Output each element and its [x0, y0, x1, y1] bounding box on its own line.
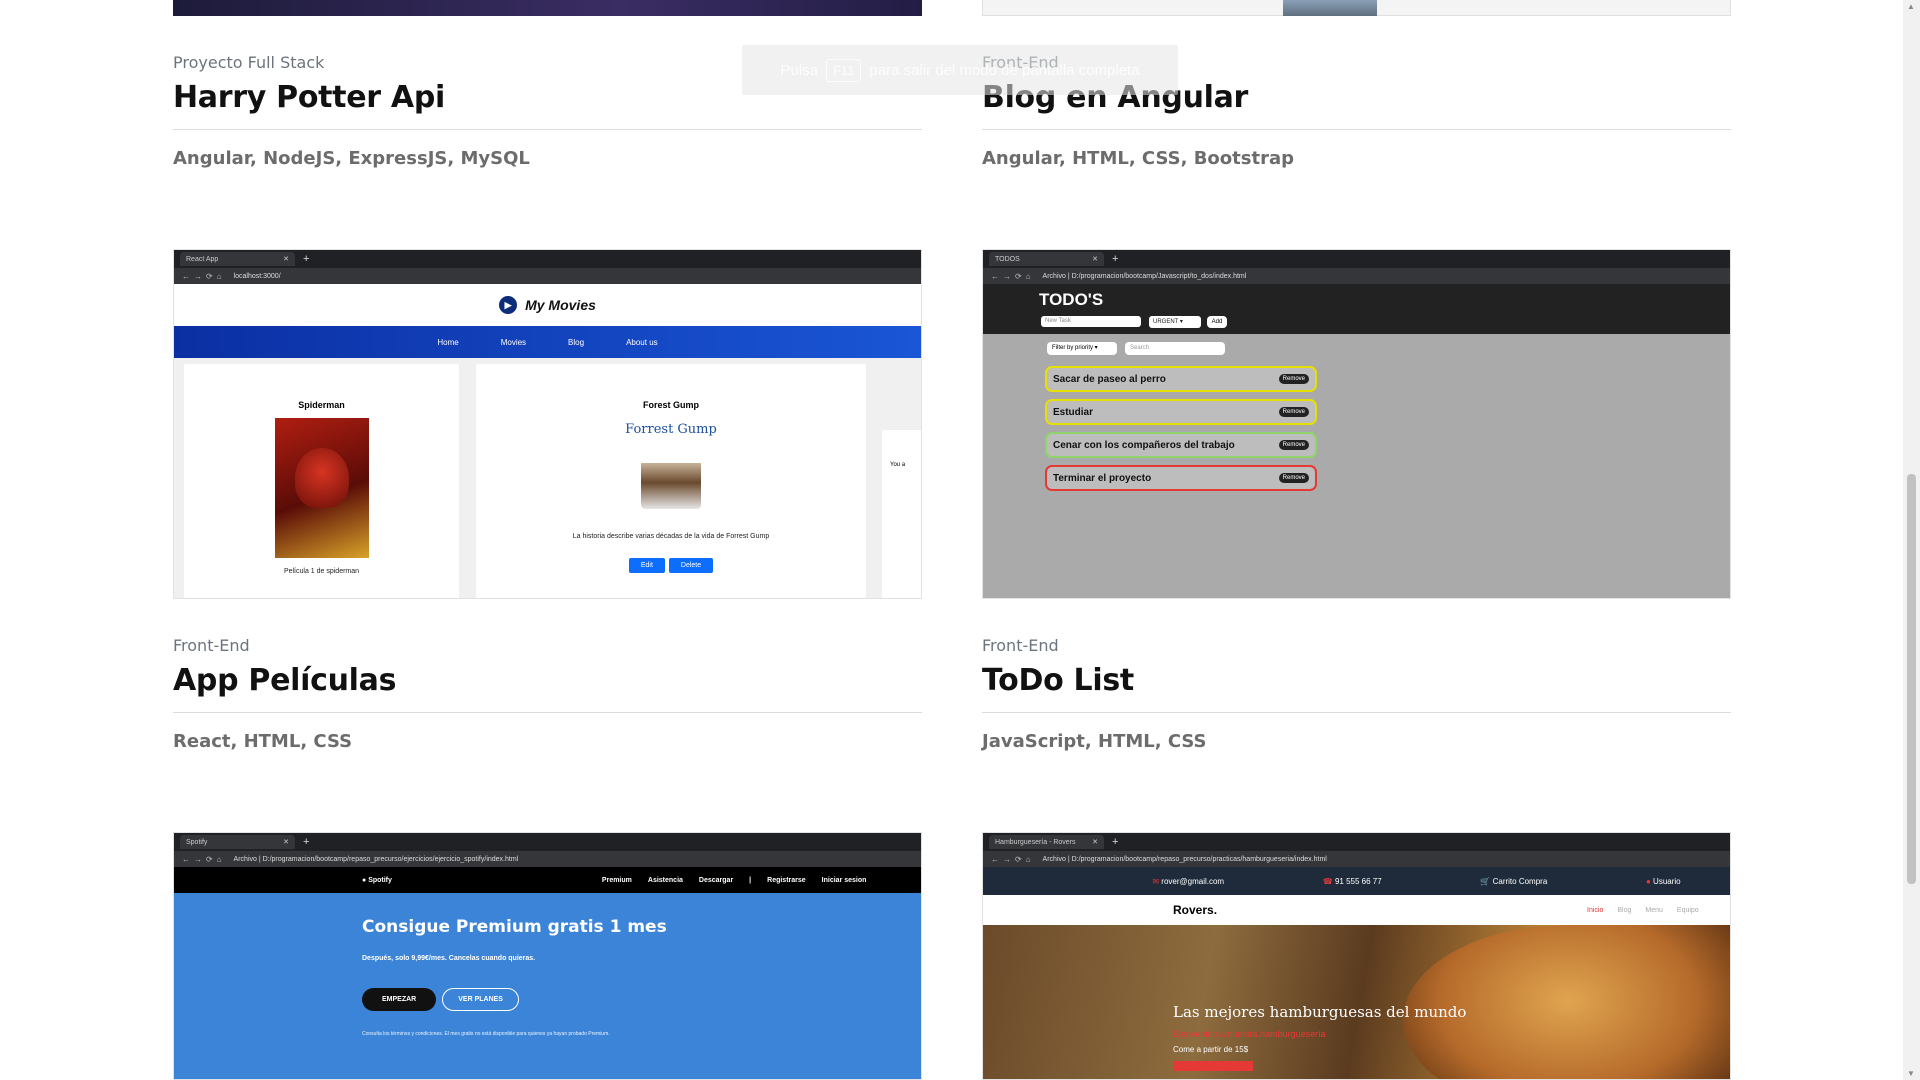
project-image-partial-right — [982, 0, 1731, 16]
project-tech: Angular, NodeJS, ExpressJS, MySQL — [173, 148, 530, 169]
project-title[interactable]: App Películas — [173, 663, 922, 698]
project-image-app-peliculas[interactable]: React App ✕ + ←→⟳⌂ localhost:3000/ ▶ My Movi… — [173, 249, 922, 599]
project-tech: React, HTML, CSS — [173, 731, 353, 752]
project-tech: Angular, HTML, CSS, Bootstrap — [982, 148, 1294, 169]
project-image-partial-left — [173, 0, 922, 16]
hero-button — [1173, 1061, 1253, 1071]
scroll-down-icon[interactable]: ▼ — [1907, 1069, 1915, 1078]
project-category: Front-End — [982, 636, 1059, 655]
project-card-app-peliculas: Front-End App Películas React, HTML, CSS — [173, 636, 922, 752]
divider — [982, 712, 1731, 713]
project-category: Front-End — [173, 636, 250, 655]
f11-key: F11 — [825, 58, 862, 82]
divider — [982, 129, 1731, 130]
divider — [173, 129, 922, 130]
forrest-gump-poster — [641, 443, 701, 509]
spiderman-poster — [274, 418, 369, 558]
divider — [173, 712, 922, 713]
project-image-todo-list[interactable]: TODOS ✕ + ←→⟳⌂ Archivo | D:/programacion/bo… — [982, 249, 1731, 599]
project-title[interactable]: ToDo List — [982, 663, 1731, 698]
project-card-todo-list: Front-End ToDo List JavaScript, HTML, CS… — [982, 636, 1731, 752]
fullscreen-toast: Pulsa F11 para salir del modo de pantall… — [742, 45, 1178, 95]
project-tech: JavaScript, HTML, CSS — [982, 731, 1207, 752]
page-scrollbar[interactable]: ▲ ▼ — [1903, 0, 1920, 1080]
scrollbar-thumb[interactable] — [1907, 474, 1916, 884]
play-icon: ▶ — [499, 296, 518, 314]
project-image-spotify[interactable]: Spotify ✕ + ←→⟳⌂ Archivo | D:/programacion/… — [173, 832, 922, 1080]
scroll-up-icon[interactable]: ▲ — [1907, 2, 1915, 11]
project-image-rovers[interactable]: Hamburguesería - Rovers ✕ + ←→⟳⌂ Archivo | … — [982, 832, 1731, 1080]
movies-header: ▶ My Movies — [174, 284, 921, 326]
movies-nav: Home Movies Blog About us — [174, 326, 921, 358]
